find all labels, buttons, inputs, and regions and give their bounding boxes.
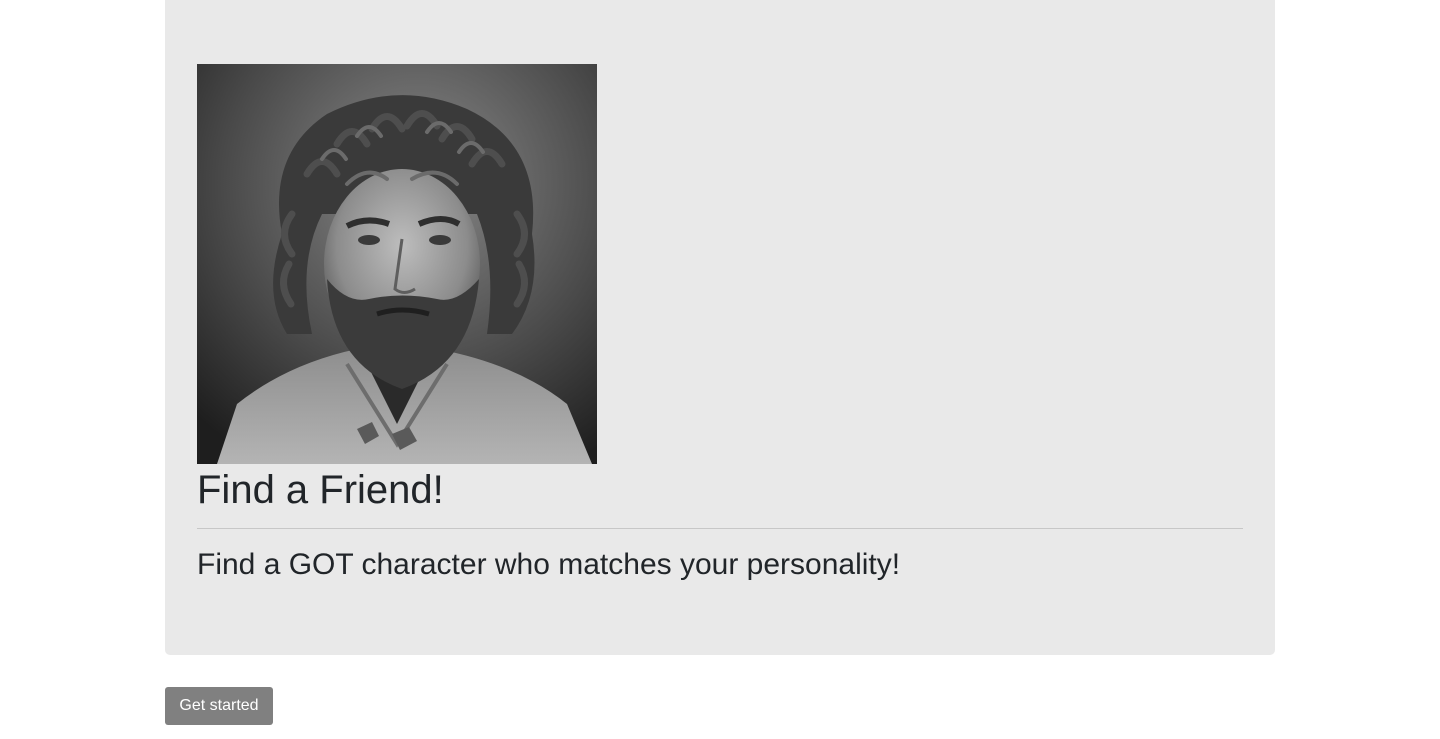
hero-jumbotron: Find a Friend! Find a GOT character who … [165,0,1275,655]
portrait-photo-icon [197,64,597,464]
get-started-button[interactable]: Get started [165,687,273,725]
portrait-image [197,64,597,464]
page-subtitle: Find a GOT character who matches your pe… [197,548,901,581]
page: Find a Friend! Find a GOT character who … [0,0,1440,739]
page-title: Find a Friend! [197,468,444,512]
title-divider [197,528,1243,529]
